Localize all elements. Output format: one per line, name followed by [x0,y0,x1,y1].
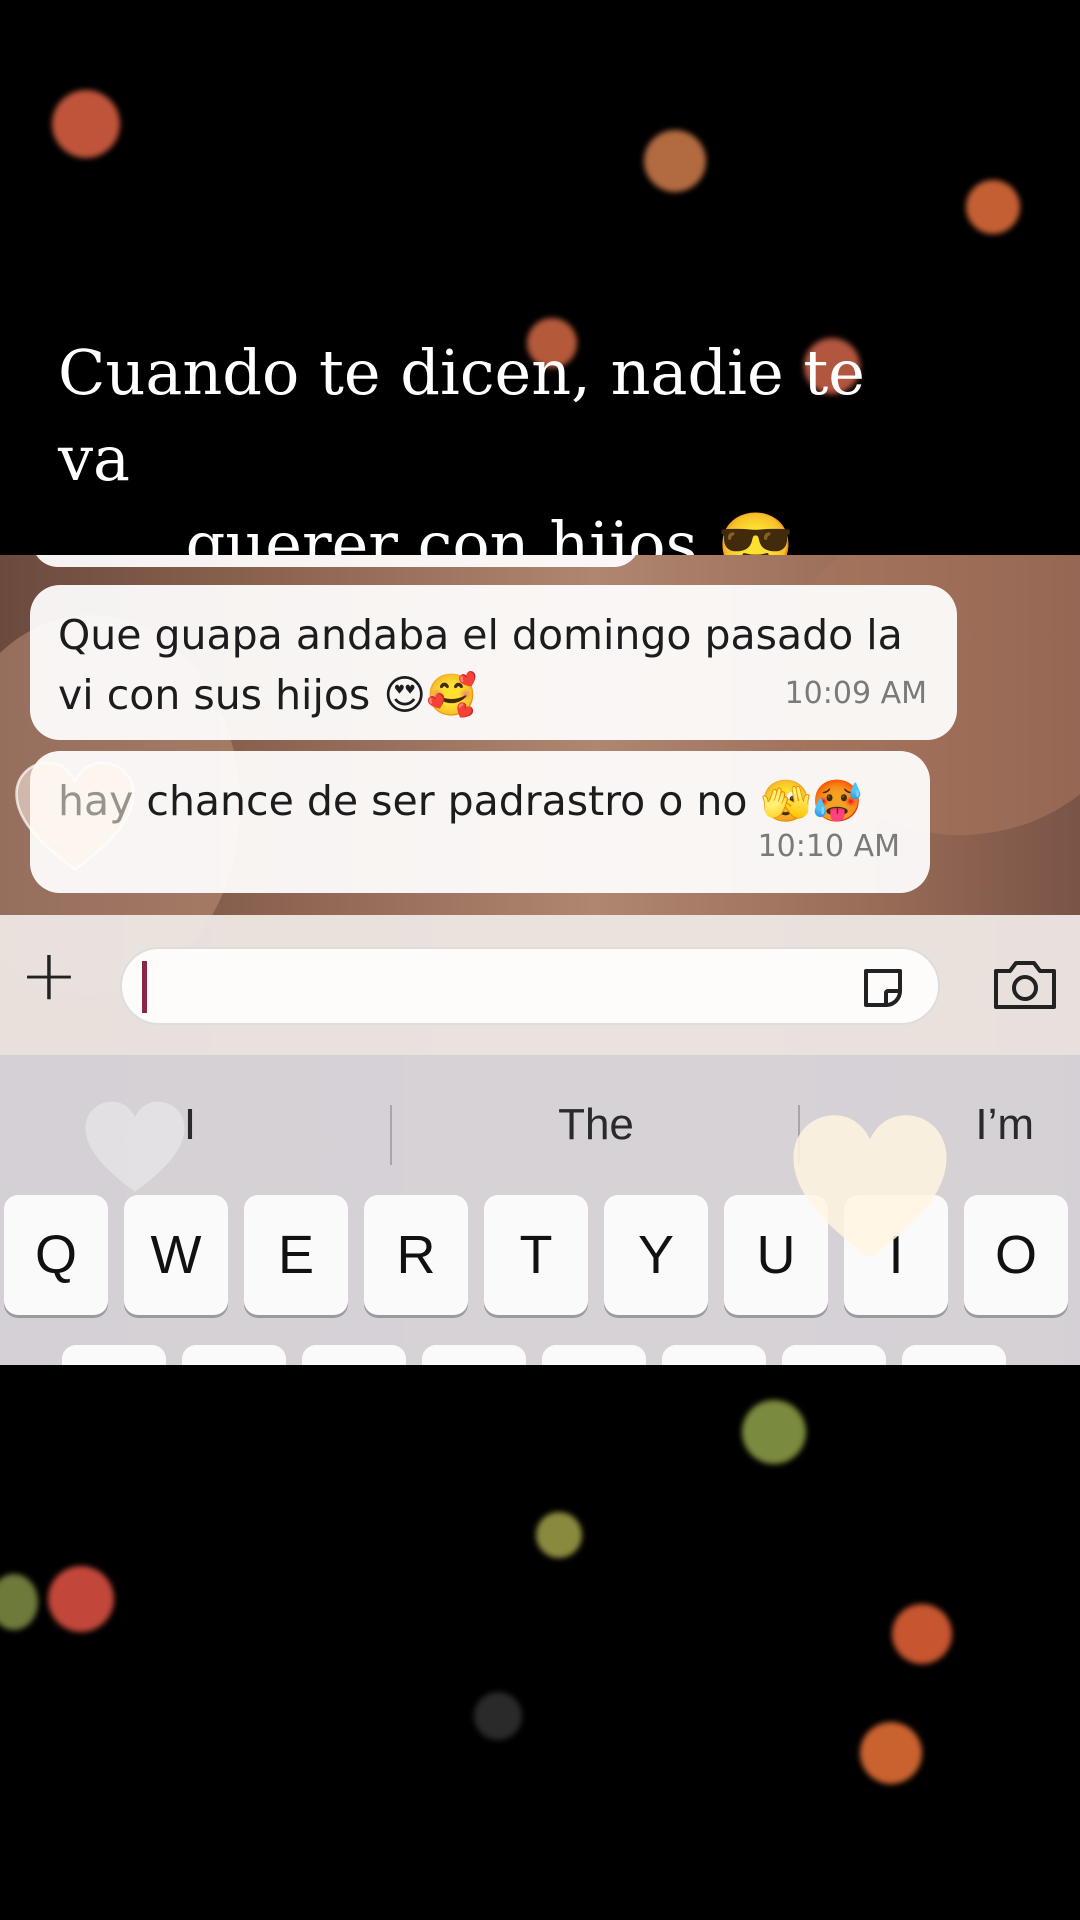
bokeh-light [860,1722,922,1784]
key-row2-partial[interactable] [302,1345,406,1365]
message-bubble[interactable]: Que guapa andaba el domingo pasado la vi… [30,585,957,740]
previous-message-bubble [32,555,640,567]
key-row2-partial[interactable] [542,1345,646,1365]
key-row2-partial[interactable] [782,1345,886,1365]
key-row2-partial[interactable] [902,1345,1006,1365]
key-t[interactable]: T [484,1195,588,1315]
suggestion-divider [390,1105,392,1165]
bokeh-light [742,1400,806,1464]
message-time: 10:09 AM [784,676,927,711]
chat-screenshot: Que guapa andaba el domingo pasado la vi… [0,555,1080,1365]
key-w[interactable]: W [124,1195,228,1315]
key-e[interactable]: E [244,1195,348,1315]
key-row2-partial[interactable] [662,1345,766,1365]
key-r[interactable]: R [364,1195,468,1315]
bokeh-light [48,1566,114,1632]
bokeh-light [644,130,706,192]
bokeh-light [0,1574,38,1630]
keyboard: I The I’m Q W E R T Y U I O [0,1055,1080,1365]
sticker-icon[interactable] [858,963,908,1013]
suggestion-item[interactable]: The [396,1075,796,1175]
heart-icon [85,1101,185,1192]
key-y[interactable]: Y [604,1195,708,1315]
key-row2-partial[interactable] [62,1345,166,1365]
bokeh-light [474,1692,522,1740]
key-row2-partial[interactable] [182,1345,286,1365]
caption-text: Cuando te dicen, nadie te va querer con … [40,330,940,588]
suggestion-item[interactable]: I [0,1075,380,1175]
bokeh-light [892,1604,952,1664]
heart-icon [15,761,135,872]
bokeh-light [52,90,120,158]
message-time: 10:10 AM [757,829,900,864]
message-bubble[interactable]: hay chance de ser padrastro o no 🫣🥵 10:1… [30,751,930,893]
key-o[interactable]: O [964,1195,1068,1315]
message-input[interactable] [120,947,940,1025]
heart-icon [793,1115,947,1258]
key-q[interactable]: Q [4,1195,108,1315]
plus-icon[interactable]: + [18,940,80,1010]
bokeh-light [536,1512,582,1558]
key-row2-partial[interactable] [422,1345,526,1365]
caption-line-1: Cuando te dicen, nadie te va [58,336,865,495]
bokeh-light [966,180,1020,234]
camera-icon[interactable] [990,955,1060,1015]
text-caret [142,961,147,1013]
message-input-bar: + [0,915,1080,1055]
